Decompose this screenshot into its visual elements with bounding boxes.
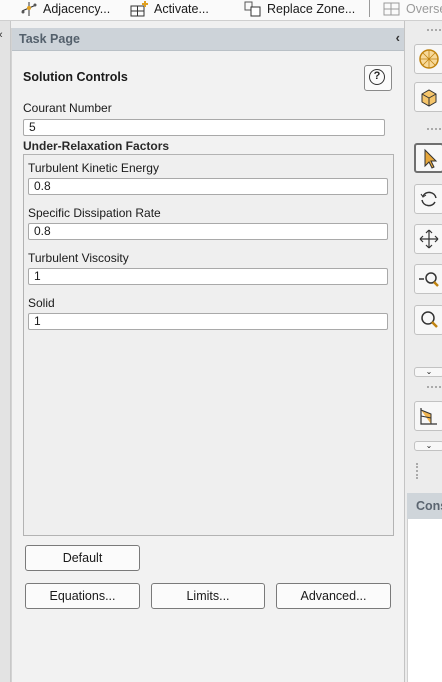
activate-label: Activate... (154, 2, 209, 16)
sphere-icon (419, 49, 439, 69)
fit-view-tool[interactable] (414, 44, 442, 74)
grip-handle (427, 128, 441, 134)
adjacency-button[interactable]: Adjacency... (20, 0, 110, 18)
collapse-panel-icon[interactable]: ‹ (396, 30, 400, 45)
chevron-down-icon: ⌄ (425, 441, 433, 450)
pan-tool[interactable] (414, 224, 442, 254)
solid-input[interactable]: 1 (28, 313, 388, 330)
grip-handle (427, 29, 441, 35)
ribbon-toolbar: Adjacency... Activate... Replace Zone...… (0, 0, 442, 21)
overset-label: Overse (406, 2, 442, 16)
magnifier-icon (421, 311, 438, 328)
adjacency-icon (21, 2, 37, 16)
sdr-label: Specific Dissipation Rate (28, 206, 161, 220)
console-area[interactable] (407, 519, 442, 682)
rotate-icon (420, 191, 437, 207)
grid-activate-icon (130, 1, 148, 17)
activate-button[interactable]: Activate... (129, 0, 209, 18)
solid-label: Solid (28, 296, 55, 310)
help-button[interactable]: ? (364, 65, 392, 91)
expand-left-icon[interactable]: ‹ (0, 29, 3, 41)
zoom-in-out-tool[interactable] (414, 264, 442, 294)
turbulent-viscosity-label: Turbulent Viscosity (28, 251, 129, 265)
cube-view-icon (421, 89, 437, 107)
task-page-panel: Task Page ‹ Solution Controls ? Courant … (11, 28, 405, 682)
grip-handle-vertical (416, 463, 420, 479)
grip-handle (427, 386, 441, 392)
courant-number-input[interactable]: 5 (23, 119, 385, 136)
adjacency-label: Adjacency... (43, 2, 111, 16)
replace-zone-button[interactable]: Replace Zone... (244, 0, 355, 18)
display-tool[interactable] (414, 401, 442, 431)
limits-button[interactable]: Limits... (151, 583, 265, 609)
toolbar-separator (369, 0, 370, 17)
under-relaxation-title: Under-Relaxation Factors (23, 139, 170, 153)
perspective-icon (420, 408, 437, 425)
sdr-input[interactable]: 0.8 (28, 223, 388, 240)
console-header: Cons (407, 493, 442, 519)
chevron-down-icon: ⌄ (425, 367, 433, 376)
tke-input[interactable]: 0.8 (28, 178, 388, 195)
replace-zone-label: Replace Zone... (267, 2, 356, 16)
rotate-tool[interactable] (414, 184, 442, 214)
under-relaxation-group: Turbulent Kinetic Energy 0.8 Specific Di… (23, 154, 394, 536)
pointer-arrow-icon (424, 148, 438, 169)
default-button[interactable]: Default (25, 545, 140, 571)
courant-number-label: Courant Number (23, 101, 112, 115)
expand-display-tools-button[interactable]: ⌄ (414, 441, 442, 451)
task-page-title: Task Page (19, 32, 80, 46)
turbulent-viscosity-input[interactable]: 1 (28, 268, 388, 285)
task-page-header: Task Page ‹ (12, 28, 404, 51)
expand-tools-button[interactable]: ⌄ (414, 367, 442, 377)
tke-label: Turbulent Kinetic Energy (28, 161, 159, 175)
solution-controls-title: Solution Controls (23, 70, 128, 84)
zoom-box-tool[interactable] (414, 305, 442, 335)
pan-arrows-icon (419, 229, 439, 249)
select-tool[interactable] (414, 143, 442, 173)
overset-icon (383, 2, 400, 16)
view-cube-tool[interactable] (414, 82, 442, 112)
replace-zone-icon (244, 1, 261, 17)
overset-button[interactable]: Overse (383, 0, 442, 18)
advanced-button[interactable]: Advanced... (276, 583, 391, 609)
help-icon: ? (369, 69, 385, 85)
left-panel-edge: ‹ (0, 21, 11, 682)
equations-button[interactable]: Equations... (25, 583, 140, 609)
zoom-in-out-icon (419, 272, 439, 287)
